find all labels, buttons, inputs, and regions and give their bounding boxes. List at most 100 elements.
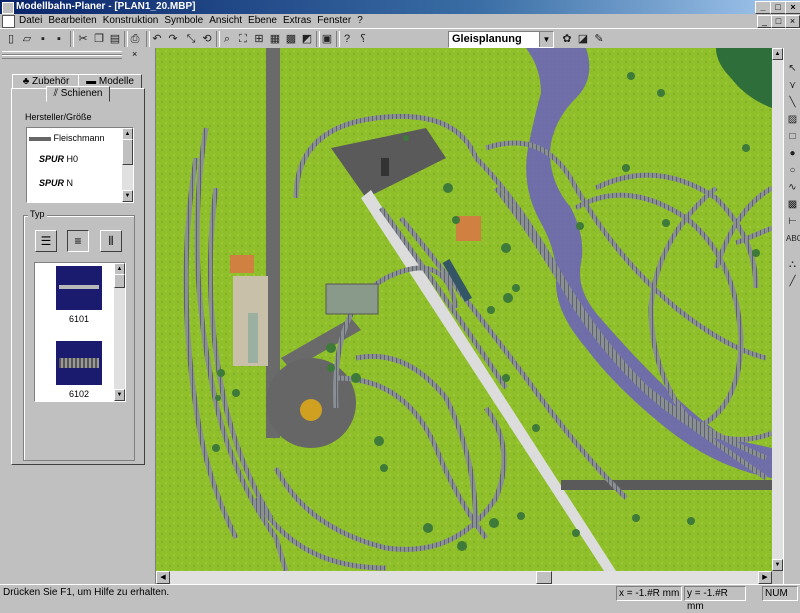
scroll-left-icon[interactable]: ◀	[156, 571, 170, 584]
title-bar: Modellbahn-Planer - [PLAN1_20.MBP] _ □ ×	[0, 0, 800, 14]
shed	[248, 313, 258, 363]
house-small	[230, 255, 254, 273]
mode-select-value: Gleisplanung	[452, 33, 522, 45]
list-item[interactable]: 6101	[35, 263, 113, 333]
chevron-down-icon[interactable]: ▼	[539, 32, 553, 47]
zoom-window-icon[interactable]: ⊞	[252, 32, 266, 46]
palette-icon[interactable]: ✿	[560, 32, 574, 46]
list-item[interactable]: SPUR H0	[39, 154, 78, 164]
main-toolbar: ▯ ▱ ▪ ▪ ✂ ❐ ▤ ⎙ ↶ ↷ ⤡ ⟲ ⌕ ⛶ ⊞ ▦ ▩ ◩ ▣ ? …	[0, 28, 800, 50]
paint-icon[interactable]: ⛬	[786, 258, 799, 272]
product-scrollbar[interactable]: ▲ ▼	[114, 263, 125, 401]
save-icon[interactable]: ▪	[36, 32, 50, 46]
rail-icon: ⫽	[53, 88, 58, 99]
circle-icon[interactable]: ○	[786, 164, 799, 178]
scroll-thumb[interactable]	[536, 571, 552, 584]
status-help-text: Drücken Sie F1, um Hilfe zu erhalten.	[3, 587, 170, 598]
scroll-down-icon[interactable]: ▼	[772, 559, 783, 571]
line-icon[interactable]: ╲	[786, 96, 799, 110]
undo-icon[interactable]: ↶	[150, 32, 164, 46]
track-6102-image	[56, 341, 102, 385]
status-y-coordinate: y = -1.#R mm	[684, 586, 746, 612]
mode-select[interactable]: Gleisplanung ▼	[448, 31, 554, 48]
menu-bearbeiten[interactable]: Bearbeiten	[45, 14, 99, 28]
layout-drawing[interactable]	[156, 48, 772, 571]
hatch-icon[interactable]: ▩	[786, 198, 799, 212]
panel-close-icon[interactable]: ×	[132, 49, 137, 59]
type-label: Typ	[28, 209, 47, 219]
maximize-button[interactable]: □	[770, 1, 786, 14]
open-icon[interactable]: ▱	[20, 32, 34, 46]
fill-rect-icon[interactable]: ▨	[786, 113, 799, 127]
drawing-toolbar: ↖ ⋎ ╲ ▨ □ ● ○ ∿ ▩ ⊢ ABC ⛬ ╱	[783, 48, 800, 584]
text-icon[interactable]: ABC	[786, 232, 800, 246]
redo-icon[interactable]: ↷	[166, 32, 180, 46]
product-list[interactable]: 6101 6102 ▲ ▼	[34, 262, 126, 402]
menu-ansicht[interactable]: Ansicht	[206, 14, 245, 28]
filled-circle-icon[interactable]: ●	[786, 147, 799, 161]
list-item[interactable]: SPUR N	[39, 178, 73, 188]
mdi-restore-button[interactable]: □	[771, 15, 786, 28]
grid-icon[interactable]: ▦	[268, 32, 282, 46]
menu-datei[interactable]: Datei	[16, 14, 45, 28]
type-straight-button[interactable]: ☰	[35, 230, 57, 252]
move-icon[interactable]: ⤡	[184, 32, 198, 46]
manufacturer-scrollbar[interactable]: ▲ ▼	[122, 128, 133, 202]
manufacturer-list[interactable]: Fleischmann SPUR H0 SPUR N ▲ ▼	[26, 127, 134, 203]
type-curve-button[interactable]: ≡	[67, 230, 89, 252]
help-icon[interactable]: ?	[340, 32, 354, 46]
menu-help[interactable]: ?	[354, 14, 366, 28]
pointer-icon[interactable]: ↖	[786, 62, 799, 76]
new-icon[interactable]: ▯	[4, 32, 18, 46]
rectangle-icon[interactable]: □	[786, 130, 799, 144]
menu-bar: Datei Bearbeiten Konstruktion Symbole Ansich…	[0, 14, 800, 28]
minimize-button[interactable]: _	[755, 1, 771, 14]
app-icon[interactable]	[2, 2, 14, 14]
menu-extras[interactable]: Extras	[280, 14, 314, 28]
save-all-icon[interactable]: ▪	[52, 32, 66, 46]
layer-icon[interactable]: ▩	[284, 32, 298, 46]
menu-symbole[interactable]: Symbole	[161, 14, 206, 28]
mdi-close-button[interactable]: ×	[785, 15, 800, 28]
scroll-right-icon[interactable]: ▶	[758, 571, 772, 584]
cut-icon[interactable]: ✂	[76, 32, 90, 46]
list-item[interactable]: 6102	[35, 333, 113, 403]
station-building	[325, 283, 379, 315]
context-help-icon[interactable]: ⸮	[356, 32, 370, 46]
pen-icon[interactable]: ╱	[786, 275, 799, 289]
pencil-icon[interactable]: ✎	[592, 32, 606, 46]
menu-ebene[interactable]: Ebene	[245, 14, 280, 28]
track-library-panel: × ♣ Zubehör ▬ Modelle ⫽ Schienen Herstel…	[0, 48, 156, 584]
zoom-fit-icon[interactable]: ⛶	[236, 32, 250, 46]
status-x-coordinate: x = -1.#R mm	[616, 586, 682, 601]
menu-konstruktion[interactable]: Konstruktion	[100, 14, 162, 28]
close-button[interactable]: ×	[785, 1, 800, 14]
list-item[interactable]: Fleischmann	[29, 133, 121, 143]
dimension-icon[interactable]: ⊢	[786, 215, 799, 229]
tree-icon: ♣	[22, 76, 30, 87]
layout-icon[interactable]: ◩	[300, 32, 314, 46]
canvas-vertical-scrollbar[interactable]: ▲ ▼	[772, 48, 783, 571]
status-bar: Drücken Sie F1, um Hilfe zu erhalten. x …	[0, 584, 800, 612]
type-switch-button[interactable]: ⦀	[100, 230, 122, 252]
mdi-minimize-button[interactable]: _	[757, 15, 772, 28]
manufacturer-label: Hersteller/Größe	[25, 112, 92, 122]
copy-icon[interactable]: ❐	[92, 32, 106, 46]
layout-canvas[interactable]	[156, 48, 772, 571]
paste-icon[interactable]: ▤	[108, 32, 122, 46]
tab-schienen[interactable]: ⫽ Schienen	[46, 86, 110, 102]
rotate-icon[interactable]: ⟲	[200, 32, 214, 46]
print-icon[interactable]: ⎙	[128, 32, 142, 46]
document-icon[interactable]	[2, 15, 15, 28]
zoom-icon[interactable]: ⌕	[220, 32, 234, 46]
canvas-horizontal-scrollbar[interactable]: ◀ ▶	[156, 571, 772, 584]
scroll-up-icon[interactable]: ▲	[772, 48, 783, 60]
properties-icon[interactable]: ▣	[320, 32, 334, 46]
road-horizontal	[561, 480, 772, 490]
track-edit-icon[interactable]: ◪	[576, 32, 590, 46]
scroll-down-icon[interactable]: ▼	[122, 190, 133, 202]
menu-fenster[interactable]: Fenster	[314, 14, 354, 28]
select-icon[interactable]: ⋎	[786, 79, 799, 93]
scroll-down-icon[interactable]: ▼	[114, 389, 125, 401]
curve-icon[interactable]: ∿	[786, 181, 799, 195]
